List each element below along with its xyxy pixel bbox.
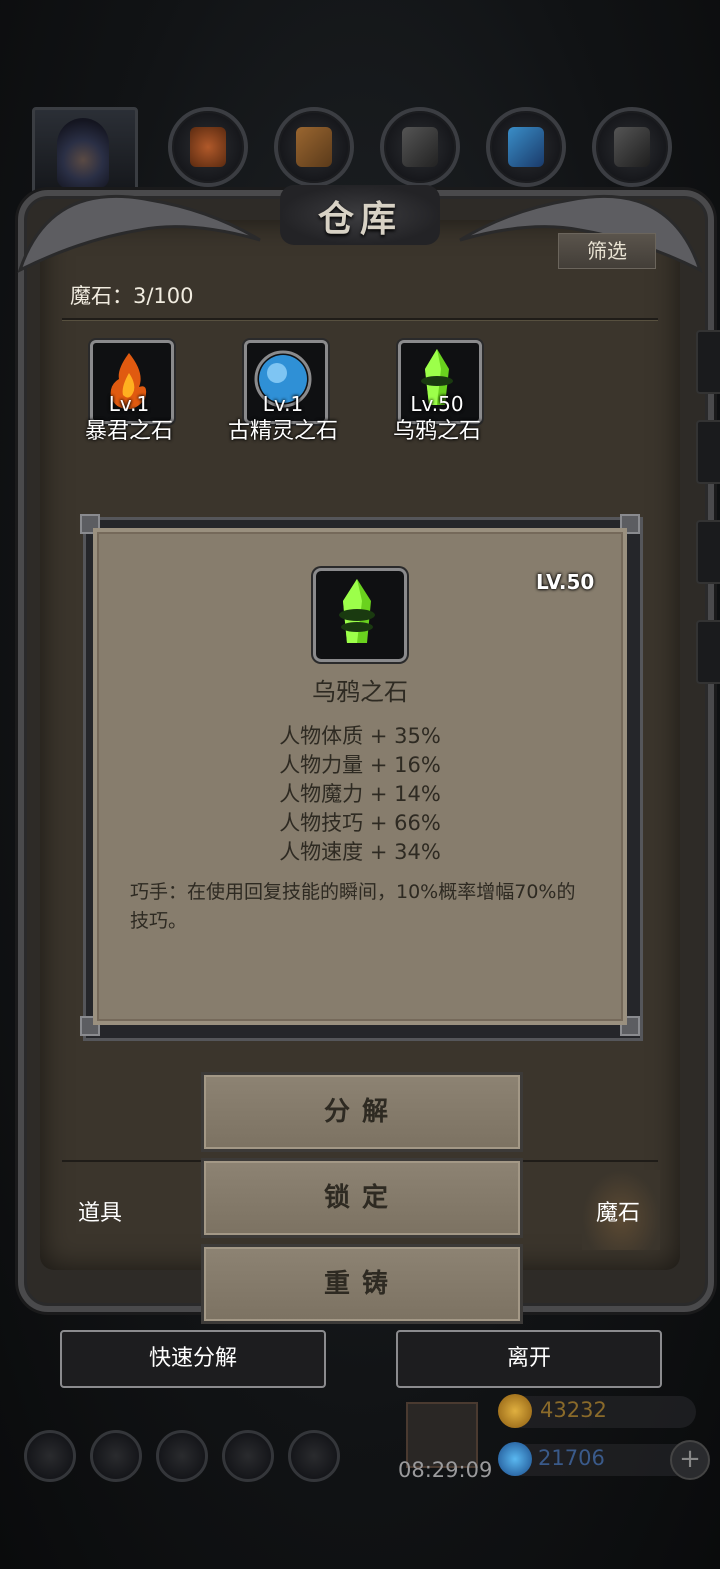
reforge-button[interactable]: 重铸 (201, 1244, 523, 1324)
stat-line: 人物速度 + 34% (279, 840, 441, 864)
gem-amount: 21706 (538, 1446, 605, 1470)
gift-timer: 08:29:09 (398, 1458, 493, 1482)
gem-icon (498, 1442, 532, 1476)
ranking-icon[interactable] (156, 1430, 208, 1482)
stat-list: 人物体质 + 35% 人物力量 + 16% 人物魔力 + 14% 人物技巧 + … (93, 722, 627, 867)
side-tab[interactable] (696, 420, 720, 484)
side-tab[interactable] (696, 330, 720, 394)
tab-ore[interactable] (380, 107, 460, 187)
guild-icon[interactable] (90, 1430, 142, 1482)
gold-amount: 43232 (540, 1398, 607, 1422)
stat-line: 人物力量 + 16% (279, 753, 441, 777)
mail-icon[interactable] (222, 1430, 274, 1482)
tab-material[interactable] (274, 107, 354, 187)
gold-icon (498, 1394, 532, 1428)
gift-icon[interactable] (288, 1430, 340, 1482)
add-currency-button[interactable]: + (670, 1440, 710, 1480)
detail-level: LV.50 (536, 570, 595, 594)
item-name: 乌鸦之石 (392, 419, 481, 444)
quick-decompose-button[interactable]: 快速分解 (60, 1330, 326, 1388)
stone-capacity: 魔石：3/100 (70, 284, 194, 308)
stat-line: 人物魔力 + 14% (279, 782, 441, 806)
skill-description: 巧手：在使用回复技能的瞬间，10%概率增幅70%的技巧。 (130, 881, 576, 932)
stat-line: 人物体质 + 35% (279, 724, 441, 748)
divider (62, 318, 658, 320)
stat-line: 人物技巧 + 66% (279, 811, 441, 835)
lock-button[interactable]: 锁定 (201, 1158, 523, 1238)
filter-button[interactable]: 筛选 (558, 233, 656, 269)
decompose-button[interactable]: 分解 (201, 1072, 523, 1152)
wood-icon (296, 127, 332, 167)
detail-item-slot (313, 568, 407, 662)
tab-items[interactable]: 道具 (78, 1195, 122, 1227)
side-tab[interactable] (696, 620, 720, 684)
leave-button[interactable]: 离开 (396, 1330, 662, 1388)
tab-stones[interactable]: 魔石 (596, 1195, 640, 1227)
green-crystal-stone-icon (339, 579, 375, 643)
side-tab[interactable] (696, 520, 720, 584)
detail-item-name: 乌鸦之石 (312, 678, 408, 706)
ore-icon (402, 127, 438, 167)
settings-icon[interactable] (24, 1430, 76, 1482)
